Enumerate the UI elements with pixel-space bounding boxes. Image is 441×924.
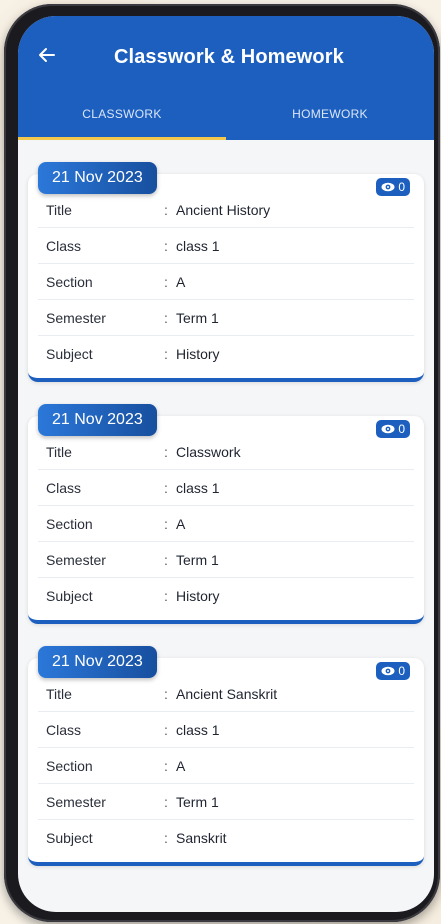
row-value: Term 1 [176,793,219,810]
tab-classwork[interactable]: CLASSWORK [18,88,226,140]
row-label: Semester [46,309,106,326]
view-count: 0 [398,422,405,436]
row-separator: : [164,721,168,738]
row-value: Term 1 [176,309,219,326]
view-count-button[interactable]: 0 [376,420,410,438]
card-body: 0 Title : Ancient Sanskrit Class : class… [28,658,424,866]
detail-row-subject: Subject : History [38,578,414,614]
detail-row-class: Class : class 1 [38,712,414,748]
date-badge: 21 Nov 2023 [38,404,157,436]
row-separator: : [164,346,168,362]
arrow-left-icon [39,48,55,62]
detail-row-section: Section : A [38,748,414,784]
detail-row-semester: Semester : Term 1 [38,300,414,336]
row-label: Section [46,757,93,774]
row-label: Section [46,273,93,290]
row-label: Class [46,479,82,496]
row-separator: : [164,757,168,774]
row-value: Sanskrit [176,830,227,846]
row-label: Semester [46,793,106,810]
row-separator: : [164,201,168,218]
detail-row-section: Section : A [38,264,414,300]
row-value: Ancient History [176,201,271,218]
row-label: Title [46,201,72,218]
detail-row-semester: Semester : Term 1 [38,784,414,820]
row-value: Ancient Sanskrit [176,685,278,702]
view-count: 0 [398,180,405,194]
classwork-list: 21 Nov 2023 0 Title : Ancient History Cl… [18,140,434,912]
row-label: Subject [46,588,93,604]
row-label: Title [46,685,72,702]
classwork-card[interactable]: 21 Nov 2023 0 Title : Ancient History Cl… [28,156,424,382]
row-label: Section [46,515,93,532]
eye-icon [381,182,395,192]
row-value: A [176,273,186,290]
view-count-button[interactable]: 0 [376,178,410,196]
detail-row-semester: Semester : Term 1 [38,542,414,578]
row-separator: : [164,551,168,568]
phone-frame: Classwork & Homework CLASSWORK HOMEWORK … [4,4,440,922]
date-badge: 21 Nov 2023 [38,646,157,678]
classwork-card[interactable]: 21 Nov 2023 0 Title : Classwork Class: … [28,398,424,624]
row-value: History [176,588,220,604]
row-separator: : [164,237,168,254]
row-separator: : [164,273,168,290]
row-value: Classwork [176,443,241,460]
detail-row-section: Section : A [38,506,414,542]
card-body: 0 Title : Classwork Class : class 1 Sect… [28,416,424,624]
row-value: class 1 [176,479,220,496]
row-label: Title [46,443,72,460]
date-badge: 21 Nov 2023 [38,162,157,194]
row-separator: : [164,479,168,496]
tab-homework[interactable]: HOMEWORK [226,88,434,140]
detail-row-class: Class : class 1 [38,470,414,506]
row-label: Semester [46,551,106,568]
row-value: class 1 [176,721,220,738]
row-value: A [176,515,186,532]
detail-row-class: Class : class 1 [38,228,414,264]
row-separator: : [164,685,168,702]
detail-row-title: Title : Ancient Sanskrit [38,676,414,712]
detail-row-title: Title : Ancient History [38,192,414,228]
eye-icon [381,424,395,434]
row-value: Term 1 [176,551,219,568]
view-count-button[interactable]: 0 [376,662,410,680]
row-separator: : [164,830,168,846]
row-value: A [176,757,186,774]
row-separator: : [164,515,168,532]
classwork-card[interactable]: 21 Nov 2023 0 Title : Ancient Sanskrit C… [28,640,424,866]
row-separator: : [164,588,168,604]
back-button[interactable] [32,40,62,70]
view-count: 0 [398,664,405,678]
row-label: Class [46,237,82,254]
row-separator: : [164,793,168,810]
card-body: 0 Title : Ancient History Class : class … [28,174,424,382]
tab-bar: CLASSWORK HOMEWORK [18,88,434,140]
detail-row-subject: Subject : Sanskrit [38,820,414,856]
detail-row-title: Title : Classwork [38,434,414,470]
page-title: Classwork & Homework [114,46,344,68]
app-bar: Classwork & Homework [18,16,434,88]
row-label: Subject [46,346,93,362]
row-separator: : [164,443,168,460]
app-screen: Classwork & Homework CLASSWORK HOMEWORK … [18,16,434,912]
row-value: History [176,346,220,362]
row-label: Subject [46,830,93,846]
row-value: class 1 [176,237,220,254]
row-label: Class [46,721,82,738]
eye-icon [381,666,395,676]
row-separator: : [164,309,168,326]
detail-row-subject: Subject : History [38,336,414,372]
